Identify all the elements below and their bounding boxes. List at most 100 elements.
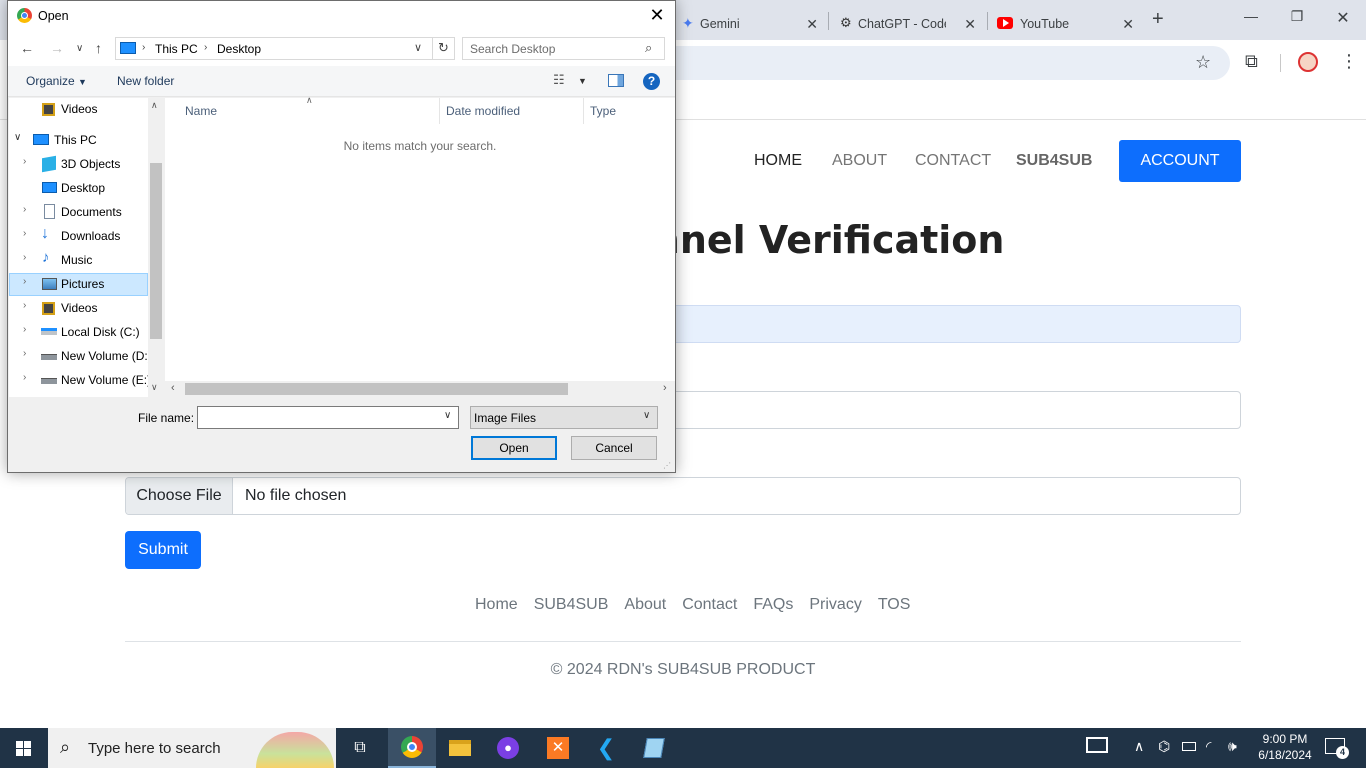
tab-chatgpt[interactable]: ⚙ ChatGPT - Code ✕ [836, 8, 984, 40]
task-view-button[interactable]: ⧉ [336, 728, 384, 768]
start-button[interactable] [0, 728, 48, 768]
tree-item-new-volume-e[interactable]: › New Volume (E:) [9, 369, 151, 392]
taskbar-clock[interactable]: 9:00 PM 6/18/2024 [1250, 731, 1320, 763]
nav-brand[interactable]: SUB4SUB [1016, 152, 1092, 170]
footer-link-tos[interactable]: TOS [878, 596, 911, 614]
scroll-right-icon[interactable]: › [663, 382, 667, 394]
footer-link-home[interactable]: Home [475, 596, 518, 614]
tab-gemini[interactable]: ✦ Gemini ✕ [678, 8, 826, 40]
search-icon[interactable]: ⌕ [645, 40, 652, 56]
close-window-button[interactable]: ✕ [1320, 8, 1366, 28]
scroll-down-icon[interactable]: ∨ [151, 382, 158, 393]
organize-label: Organize [26, 74, 75, 88]
view-options-icon[interactable]: ☷ [553, 72, 565, 88]
dialog-close-button[interactable]: ✕ [647, 5, 667, 26]
tree-item-music[interactable]: › ♪ Music [9, 249, 148, 272]
caret-down-icon[interactable]: ▼ [578, 76, 587, 86]
tree-item-this-pc[interactable]: ∨ This PC [9, 129, 148, 152]
close-tab-icon[interactable]: ✕ [964, 16, 976, 33]
column-name[interactable]: Name [185, 104, 217, 118]
open-button[interactable]: Open [471, 436, 557, 460]
close-tab-icon[interactable]: ✕ [806, 16, 818, 33]
nav-home[interactable]: HOME [754, 152, 802, 170]
tree-scrollbar[interactable]: ∧ ∨ [148, 98, 164, 397]
tree-item-downloads[interactable]: › ↓ Downloads [9, 225, 148, 248]
recent-locations-icon[interactable]: ∨ [76, 43, 83, 54]
volume-icon[interactable]: 🕪 [1228, 738, 1237, 755]
profile-avatar[interactable] [1298, 52, 1318, 72]
cancel-button[interactable]: Cancel [571, 436, 657, 460]
forward-arrow-icon[interactable]: → [50, 40, 64, 56]
column-separator[interactable] [439, 98, 440, 124]
dialog-address-bar[interactable]: › This PC › Desktop ∨ ↻ [115, 37, 455, 60]
up-arrow-icon[interactable]: ↑ [95, 40, 102, 56]
taskbar-xampp[interactable]: ✕ [534, 728, 582, 768]
tree-item-documents[interactable]: › Documents [9, 201, 148, 224]
tree-item-new-volume-d[interactable]: › New Volume (D:) [9, 345, 152, 368]
chrome-menu-icon[interactable]: ⋮ [1340, 51, 1358, 72]
back-arrow-icon[interactable]: ← [20, 40, 34, 56]
submit-button[interactable]: Submit [125, 531, 201, 569]
file-list-hscrollbar[interactable]: ‹ › [165, 381, 675, 397]
new-tab-button[interactable]: + [1152, 8, 1164, 31]
address-bar[interactable] [600, 46, 1230, 80]
footer-link-contact[interactable]: Contact [682, 596, 737, 614]
tab-youtube[interactable]: YouTube ✕ [994, 8, 1142, 40]
column-separator[interactable] [583, 98, 584, 124]
tree-item-local-disk-c[interactable]: › Local Disk (C:) [9, 321, 148, 344]
footer-link-about[interactable]: About [624, 596, 666, 614]
taskbar-github-desktop[interactable]: ● [484, 728, 532, 768]
footer-link-privacy[interactable]: Privacy [809, 596, 861, 614]
tree-item-desktop[interactable]: Desktop [9, 177, 148, 200]
meet-icon[interactable]: ⌬ [1158, 738, 1170, 755]
account-button[interactable]: ACCOUNT [1119, 140, 1241, 182]
resize-grip-icon[interactable]: ⋰ [663, 461, 671, 470]
choose-file-button[interactable]: Choose File [126, 478, 233, 514]
taskbar-file-explorer[interactable] [436, 728, 484, 768]
organize-button[interactable]: Organize ▼ [26, 74, 87, 88]
bookmark-star-icon[interactable]: ☆ [1195, 52, 1211, 73]
dialog-search-input[interactable]: Search Desktop ⌕ [462, 37, 665, 60]
dialog-nav-row: ← → ∨ ↑ › This PC › Desktop ∨ ↻ Search D… [8, 32, 675, 66]
close-tab-icon[interactable]: ✕ [1122, 16, 1134, 33]
tree-scroll-thumb[interactable] [150, 163, 162, 339]
taskbar-notepad[interactable] [630, 728, 678, 768]
extensions-icon[interactable]: ⧉ [1245, 51, 1258, 72]
address-crumb-this-pc[interactable]: This PC [155, 42, 198, 56]
chevron-up-icon[interactable]: ∧ [1134, 738, 1144, 755]
address-crumb-desktop[interactable]: Desktop [217, 42, 261, 56]
hscroll-thumb[interactable] [185, 383, 568, 395]
restore-button[interactable]: ❐ [1274, 8, 1320, 25]
column-type[interactable]: Type [590, 104, 616, 118]
new-folder-button[interactable]: New folder [117, 74, 174, 88]
help-icon[interactable]: ? [643, 73, 660, 90]
scroll-left-icon[interactable]: ‹ [171, 382, 175, 394]
taskbar-vscode[interactable]: ❮ [582, 728, 630, 768]
footer-link-faqs[interactable]: FAQs [753, 596, 793, 614]
tree-item-pictures[interactable]: › Pictures [9, 273, 148, 296]
file-type-select[interactable]: Image Files ∨ [470, 406, 658, 429]
nav-contact[interactable]: CONTACT [915, 152, 991, 170]
preview-pane-icon[interactable] [608, 74, 624, 87]
file-upload-field[interactable]: Choose File No file chosen [125, 477, 1241, 515]
footer-link-sub4sub[interactable]: SUB4SUB [534, 596, 609, 614]
file-name-input[interactable]: ∨ [197, 406, 459, 429]
minimize-button[interactable]: — [1228, 8, 1274, 24]
battery-icon[interactable] [1182, 742, 1196, 751]
sort-caret-icon: ∧ [306, 95, 313, 105]
tree-item-3d-objects[interactable]: › 3D Objects [9, 153, 148, 176]
scroll-up-icon[interactable]: ∧ [151, 100, 158, 111]
refresh-icon[interactable]: ↻ [438, 40, 449, 56]
wifi-icon[interactable]: ◜ [1206, 738, 1211, 755]
news-widget-icon[interactable] [1086, 737, 1108, 753]
tree-item-videos-top[interactable]: Videos [9, 98, 148, 121]
3d-objects-icon [42, 155, 56, 173]
chevron-down-icon[interactable]: ∨ [414, 41, 422, 54]
drive-icon [41, 354, 57, 360]
column-date-modified[interactable]: Date modified [446, 104, 520, 118]
nav-about[interactable]: ABOUT [832, 152, 887, 170]
taskbar-search-box[interactable]: ⌕ Type here to search [48, 728, 336, 768]
chevron-down-icon[interactable]: ∨ [444, 410, 451, 421]
tree-item-videos[interactable]: › Videos [9, 297, 148, 320]
taskbar-chrome[interactable] [388, 728, 436, 768]
